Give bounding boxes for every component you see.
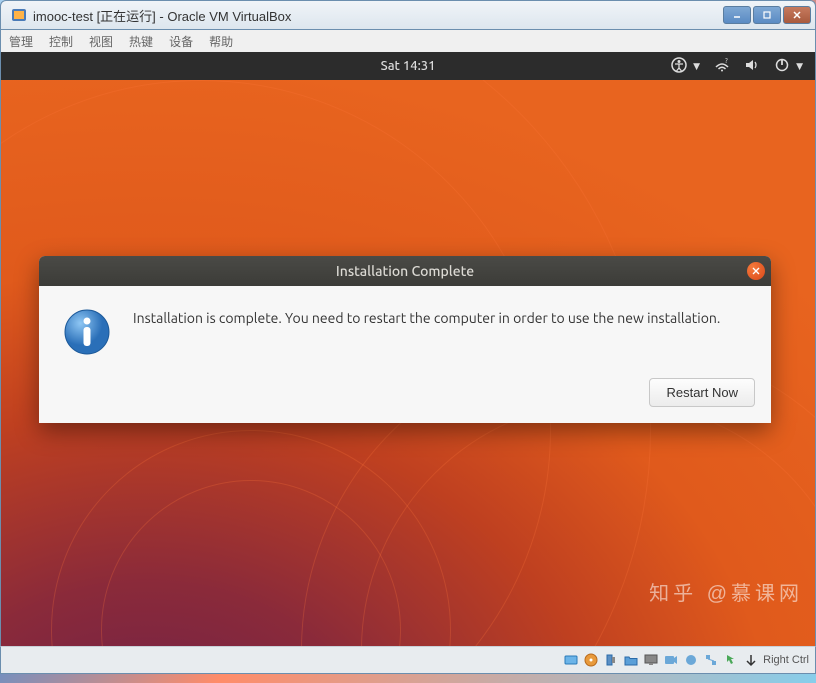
- shared-folders-icon[interactable]: [623, 652, 639, 668]
- chevron-down-icon[interactable]: ▼: [796, 61, 803, 72]
- virtualbox-statusbar: Right Ctrl: [0, 646, 816, 674]
- menu-view[interactable]: 视图: [89, 33, 113, 50]
- power-icon[interactable]: [774, 57, 790, 76]
- hard-disk-icon[interactable]: [563, 652, 579, 668]
- clock[interactable]: Sat 14:31: [381, 59, 436, 73]
- menu-devices[interactable]: 设备: [169, 33, 193, 50]
- menu-hotkeys[interactable]: 热键: [129, 33, 153, 50]
- minimize-button[interactable]: [723, 6, 751, 24]
- svg-text:?: ?: [725, 57, 728, 65]
- close-button[interactable]: [783, 6, 811, 24]
- recording-icon[interactable]: [663, 652, 679, 668]
- host-key-label: Right Ctrl: [763, 654, 809, 666]
- network-adapter-icon[interactable]: [703, 652, 719, 668]
- chevron-down-icon[interactable]: ▼: [693, 61, 700, 72]
- dialog-titlebar[interactable]: Installation Complete: [39, 256, 771, 286]
- virtualbox-icon: [11, 7, 27, 23]
- keyboard-icon[interactable]: [743, 652, 759, 668]
- window-title: imooc-test [正在运行] - Oracle VM VirtualBox: [33, 6, 723, 25]
- virtualbox-menubar: 管理 控制 视图 热键 设备 帮助: [0, 30, 816, 52]
- menu-manage[interactable]: 管理: [9, 33, 33, 50]
- dialog-message: Installation is complete. You need to re…: [133, 308, 747, 326]
- ubuntu-top-panel: Sat 14:31 ▼ ? ▼: [1, 52, 815, 80]
- maximize-button[interactable]: [753, 6, 781, 24]
- display-icon[interactable]: [643, 652, 659, 668]
- info-icon: [63, 308, 111, 356]
- accessibility-icon[interactable]: [671, 57, 687, 76]
- menu-help[interactable]: 帮助: [209, 33, 233, 50]
- window-titlebar: imooc-test [正在运行] - Oracle VM VirtualBox: [0, 0, 816, 30]
- optical-disk-icon[interactable]: [583, 652, 599, 668]
- volume-icon[interactable]: [744, 57, 760, 76]
- dialog-close-button[interactable]: [747, 262, 765, 280]
- guest-viewport: Sat 14:31 ▼ ? ▼ Installation Complete: [0, 52, 816, 646]
- menu-control[interactable]: 控制: [49, 33, 73, 50]
- audio-icon[interactable]: [683, 652, 699, 668]
- dialog-title-text: Installation Complete: [336, 263, 474, 279]
- restart-now-button[interactable]: Restart Now: [649, 378, 755, 407]
- mouse-integration-icon[interactable]: [723, 652, 739, 668]
- network-icon[interactable]: ?: [714, 57, 730, 76]
- installation-complete-dialog: Installation Complete Installation is co…: [39, 256, 771, 423]
- usb-icon[interactable]: [603, 652, 619, 668]
